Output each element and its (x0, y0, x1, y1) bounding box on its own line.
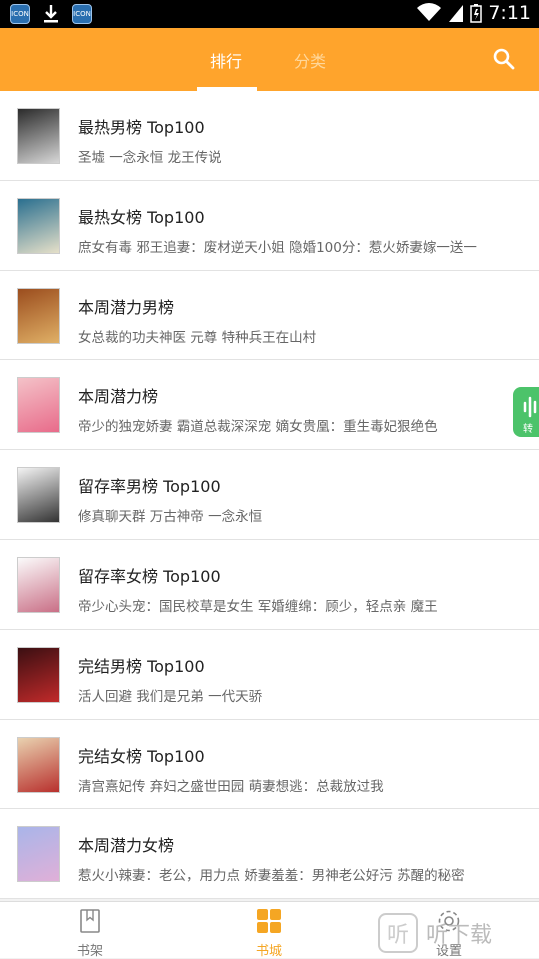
book-cover (17, 108, 60, 164)
list-title: 本周潜力榜 (78, 387, 159, 407)
list-item[interactable]: 留存率女榜 Top100 帝少心头宠：国民校草是女生 军婚缠绵：顾少，轻点亲 魔… (0, 539, 539, 630)
wifi-icon (417, 3, 442, 22)
list-item[interactable]: 最热女榜 Top100 庶女有毒 邪王追妻：废材逆天小姐 隐婚100分：惹火娇妻… (0, 180, 539, 271)
status-bar: ICON ICON 7:11 (0, 0, 539, 28)
nav-label: 书城 (255, 944, 282, 959)
book-cover (17, 377, 60, 434)
bookstore-grid-icon (257, 909, 281, 933)
watermark-text: 听下载 (426, 923, 493, 948)
list-title: 本周潜力女榜 (78, 836, 175, 856)
list-title: 留存率男榜 Top100 (78, 477, 221, 497)
list-books: 帝少的独宠娇妻 霸道总裁深深宠 嫡女贵凰：重生毒妃狠绝色 (78, 419, 438, 436)
tab-category[interactable]: 分类 (294, 48, 326, 72)
book-cover (17, 646, 60, 703)
book-cover (17, 826, 60, 883)
nav-label: 书架 (76, 944, 103, 959)
list-books: 帝少心头宠：国民校草是女生 军婚缠绵：顾少，轻点亲 魔王 (78, 598, 438, 615)
book-cover (17, 467, 60, 524)
signal-icon (449, 5, 464, 22)
app-notification-icon: ICON (10, 4, 30, 24)
list-title: 本周潜力男榜 (78, 297, 175, 317)
download-icon (42, 4, 60, 24)
nav-bookstore[interactable]: 书城 (239, 908, 299, 959)
list-books: 女总裁的功夫神医 元尊 特种兵王在山村 (78, 329, 317, 346)
app-notification-icon: ICON (72, 4, 92, 24)
clock: 7:11 (488, 2, 531, 24)
audio-wave-icon (523, 396, 537, 418)
book-cover (17, 736, 60, 793)
list-books: 圣墟 一念永恒 龙王传说 (78, 150, 222, 166)
search-icon[interactable] (492, 47, 516, 71)
book-cover (17, 287, 60, 344)
list-books: 惹火小辣妻：老公，用力点 娇妻羞羞：男神老公好污 苏醒的秘密 (78, 868, 465, 885)
list-item[interactable]: 本周潜力女榜 惹火小辣妻：老公，用力点 娇妻羞羞：男神老公好污 苏醒的秘密 (0, 809, 539, 900)
list-books: 清宫熹妃传 弃妇之盛世田园 萌妻想逃：总裁放过我 (78, 778, 384, 795)
watermark-logo: 听 (378, 913, 418, 953)
list-books: 修真聊天群 万古神帝 一念永恒 (78, 509, 263, 526)
list-title: 最热女榜 Top100 (78, 207, 205, 227)
ranking-list: 最热男榜 Top100 圣墟 一念永恒 龙王传说 最热女榜 Top100 庶女有… (0, 91, 539, 900)
floating-button-label: 转 (523, 424, 533, 435)
list-item[interactable]: 最热男榜 Top100 圣墟 一念永恒 龙王传说 (0, 91, 539, 181)
list-item[interactable]: 本周潜力榜 帝少的独宠娇妻 霸道总裁深深宠 嫡女贵凰：重生毒妃狠绝色 (0, 360, 539, 451)
list-title: 留存率女榜 Top100 (78, 566, 221, 586)
top-bar: 排行 分类 (0, 28, 539, 91)
list-title: 最热男榜 Top100 (78, 118, 205, 137)
book-cover (17, 197, 60, 254)
bookshelf-icon (80, 909, 100, 933)
floating-voice-button[interactable]: 转 (513, 387, 539, 437)
battery-icon (470, 4, 483, 23)
list-title: 完结男榜 Top100 (78, 656, 205, 676)
nav-bookshelf[interactable]: 书架 (60, 908, 120, 959)
watermark: 听 听下载 (378, 913, 492, 953)
list-item[interactable]: 本周潜力男榜 女总裁的功夫神医 元尊 特种兵王在山村 (0, 270, 539, 361)
list-item[interactable]: 留存率男榜 Top100 修真聊天群 万古神帝 一念永恒 (0, 450, 539, 540)
list-books: 活人回避 我们是兄弟 一代天骄 (78, 688, 263, 705)
list-item[interactable]: 完结女榜 Top100 清宫熹妃传 弃妇之盛世田园 萌妻想逃：总裁放过我 (0, 719, 539, 810)
book-cover (17, 556, 60, 613)
tab-ranking[interactable]: 排行 (210, 48, 242, 72)
list-books: 庶女有毒 邪王追妻：废材逆天小姐 隐婚100分：惹火娇妻嫁一送一 (78, 239, 477, 256)
list-item[interactable]: 完结男榜 Top100 活人回避 我们是兄弟 一代天骄 (0, 629, 539, 720)
list-title: 完结女榜 Top100 (78, 746, 205, 766)
